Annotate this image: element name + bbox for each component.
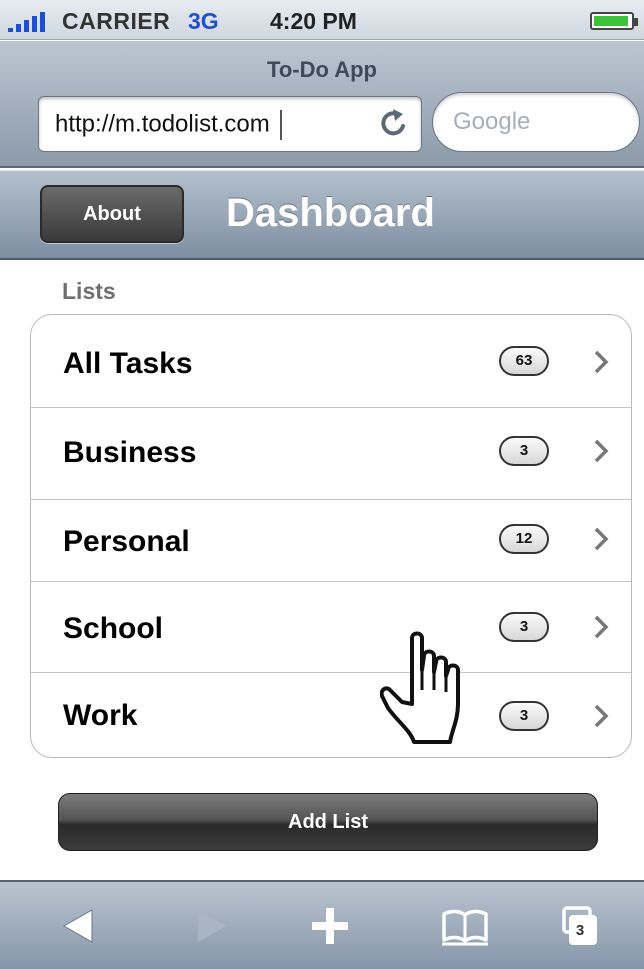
- carrier-name: CARRIER: [62, 8, 171, 34]
- lists-group: All Tasks 63 Business 3 Personal 12 Scho…: [30, 314, 632, 758]
- browser-page-title: To-Do App: [267, 57, 377, 82]
- chevron-right-icon: [594, 350, 609, 374]
- chevron-right-icon: [594, 527, 609, 551]
- count-badge: 12: [499, 524, 549, 554]
- list-item-school[interactable]: School 3: [31, 582, 631, 673]
- signal-strength-icon: [8, 12, 54, 32]
- add-icon[interactable]: [305, 904, 355, 948]
- page-title: Dashboard: [226, 191, 435, 235]
- list-item-all-tasks[interactable]: All Tasks 63: [31, 315, 631, 408]
- nav-bar: About Dashboard: [0, 170, 644, 260]
- browser-toolbar: 3: [0, 880, 644, 969]
- chevron-right-icon: [594, 615, 609, 639]
- back-icon[interactable]: [56, 904, 106, 948]
- tab-count: 3: [575, 922, 585, 939]
- url-field[interactable]: http://m.todolist.com: [38, 96, 422, 152]
- hand-cursor-icon: [380, 631, 460, 744]
- count-badge: 3: [499, 612, 549, 642]
- list-item-work[interactable]: Work 3: [31, 673, 631, 757]
- add-list-button[interactable]: Add List: [58, 793, 598, 851]
- text-caret: [279, 110, 282, 140]
- clock: 4:20 PM: [270, 8, 357, 34]
- list-item-personal[interactable]: Personal 12: [31, 500, 631, 582]
- chevron-right-icon: [594, 704, 609, 728]
- list-item-label: Personal: [63, 525, 190, 558]
- count-badge: 63: [499, 346, 549, 376]
- bookmarks-icon[interactable]: [440, 904, 490, 948]
- search-field[interactable]: Google: [432, 92, 640, 152]
- battery-icon: [590, 12, 638, 30]
- chevron-right-icon: [594, 439, 609, 463]
- list-item-label: All Tasks: [63, 347, 193, 380]
- status-bar: CARRIER 3G 4:20 PM: [0, 0, 644, 40]
- count-badge: 3: [499, 436, 549, 466]
- list-item-label: Work: [63, 699, 138, 732]
- about-button[interactable]: About: [40, 185, 184, 243]
- count-badge: 3: [499, 701, 549, 731]
- tabs-button[interactable]: 3: [558, 904, 608, 948]
- search-placeholder: Google: [453, 108, 531, 135]
- section-label-lists: Lists: [62, 278, 116, 304]
- url-text: http://m.todolist.com: [55, 110, 270, 138]
- list-item-label: Business: [63, 436, 197, 469]
- forward-icon[interactable]: [184, 904, 234, 948]
- list-item-business[interactable]: Business 3: [31, 408, 631, 500]
- browser-bar: To-Do App http://m.todolist.com Google: [0, 41, 644, 168]
- reload-icon[interactable]: [379, 107, 409, 139]
- list-item-label: School: [63, 612, 164, 645]
- network-type: 3G: [188, 8, 219, 34]
